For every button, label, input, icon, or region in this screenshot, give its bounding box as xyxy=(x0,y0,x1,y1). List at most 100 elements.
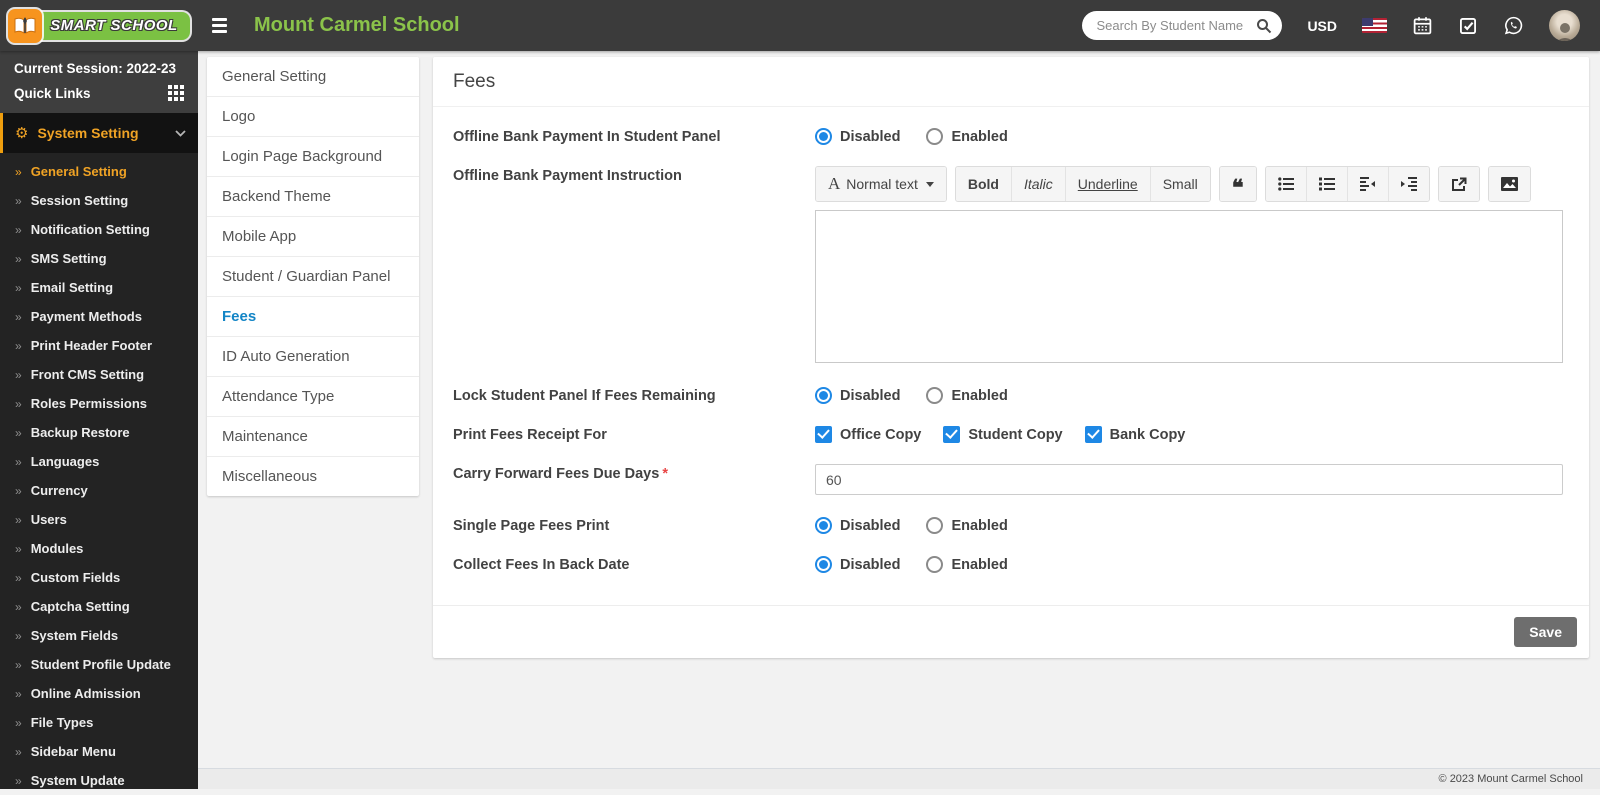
indent-icon xyxy=(1400,177,1417,191)
checkbox-office-copy[interactable]: Office Copy xyxy=(815,426,921,443)
radio-disabled[interactable]: Disabled xyxy=(815,556,900,573)
tab-maintenance[interactable]: Maintenance xyxy=(207,417,419,457)
tab-id-auto-generation[interactable]: ID Auto Generation xyxy=(207,337,419,377)
currency-selector[interactable]: USD xyxy=(1307,18,1337,34)
row-single-page-fees-print: Single Page Fees Print Disabled Enabled xyxy=(453,516,1563,534)
menu-toggle-icon[interactable] xyxy=(210,15,232,36)
tab-login-page-background[interactable]: Login Page Background xyxy=(207,137,419,177)
unordered-list-button[interactable] xyxy=(1265,167,1306,201)
bold-button[interactable]: Bold xyxy=(955,167,1011,201)
sidebar-item-session-setting[interactable]: » Session Setting xyxy=(0,186,198,215)
tab-fees[interactable]: Fees xyxy=(207,297,419,337)
sidebar-item-modules[interactable]: » Modules xyxy=(0,534,198,563)
outdent-button[interactable] xyxy=(1346,167,1388,201)
radio-button-icon[interactable] xyxy=(926,556,944,573)
sidebar-item-backup-restore[interactable]: » Backup Restore xyxy=(0,418,198,447)
fees-settings-card: Fees Offline Bank Payment In Student Pan… xyxy=(433,57,1589,658)
tab-student-guardian-panel[interactable]: Student / Guardian Panel xyxy=(207,257,419,297)
save-button[interactable]: Save xyxy=(1514,617,1577,647)
double-chevron-icon: » xyxy=(15,222,22,237)
grid-icon[interactable] xyxy=(168,85,184,101)
sidebar-item-custom-fields[interactable]: » Custom Fields xyxy=(0,563,198,592)
sidebar-item-notification-setting[interactable]: » Notification Setting xyxy=(0,215,198,244)
double-chevron-icon: » xyxy=(15,773,22,788)
insert-image-button[interactable] xyxy=(1488,167,1530,201)
checkbox-icon[interactable] xyxy=(815,426,832,443)
sidebar-section-system-setting[interactable]: ⚙ System Setting xyxy=(0,113,198,153)
radio-disabled[interactable]: Disabled xyxy=(815,128,900,145)
radio-disabled[interactable]: Disabled xyxy=(815,517,900,534)
row-print-fees-receipt: Print Fees Receipt For Office Copy Stude… xyxy=(453,425,1563,443)
checkbox-student-copy[interactable]: Student Copy xyxy=(943,426,1063,443)
brand-area[interactable]: SMART SCHOOL xyxy=(0,8,198,43)
sidebar-item-sidebar-menu[interactable]: » Sidebar Menu xyxy=(0,737,198,766)
sidebar-item-system-update[interactable]: » System Update xyxy=(0,766,198,795)
checkbox-icon[interactable] xyxy=(1084,426,1102,443)
row-offline-bank-payment: Offline Bank Payment In Student Panel Di… xyxy=(453,127,1563,145)
radio-button-icon[interactable] xyxy=(926,517,944,534)
sidebar-item-currency[interactable]: » Currency xyxy=(0,476,198,505)
blockquote-button[interactable]: ❝ xyxy=(1219,167,1256,201)
double-chevron-icon: » xyxy=(15,628,22,643)
picture-icon xyxy=(1500,177,1518,191)
radio-button-icon[interactable] xyxy=(815,517,832,534)
font-style-dropdown[interactable]: A Normal text xyxy=(816,167,946,201)
instruction-editor-textarea[interactable] xyxy=(815,210,1563,363)
student-search[interactable] xyxy=(1082,11,1283,40)
insert-link-button[interactable] xyxy=(1438,167,1479,201)
sidebar-item-captcha-setting[interactable]: » Captcha Setting xyxy=(0,592,198,621)
sidebar-item-payment-methods[interactable]: » Payment Methods xyxy=(0,302,198,331)
main-sidebar: Current Session: 2022-23 Quick Links ⚙ S… xyxy=(0,51,198,789)
sidebar-item-users[interactable]: » Users xyxy=(0,505,198,534)
tasks-check-icon[interactable] xyxy=(1458,16,1478,36)
quick-links-label: Quick Links xyxy=(14,85,91,101)
sidebar-item-file-types[interactable]: » File Types xyxy=(0,708,198,737)
sidebar-item-sms-setting[interactable]: » SMS Setting xyxy=(0,244,198,273)
checkbox-icon[interactable] xyxy=(943,426,961,443)
sidebar-item-student-profile-update[interactable]: » Student Profile Update xyxy=(0,650,198,679)
tab-mobile-app[interactable]: Mobile App xyxy=(207,217,419,257)
page-title: Fees xyxy=(453,71,496,92)
sidebar-item-online-admission[interactable]: » Online Admission xyxy=(0,679,198,708)
radio-enabled[interactable]: Enabled xyxy=(926,556,1008,573)
tab-miscellaneous[interactable]: Miscellaneous xyxy=(207,457,419,496)
radio-enabled[interactable]: Enabled xyxy=(926,128,1008,145)
underline-button[interactable]: Underline xyxy=(1064,167,1150,201)
radio-button-icon[interactable] xyxy=(815,387,832,404)
double-chevron-icon: » xyxy=(15,454,22,469)
whatsapp-icon[interactable] xyxy=(1503,15,1524,36)
page-footer: © 2023 Mount Carmel School xyxy=(198,768,1600,789)
current-session-label: Current Session: 2022-23 xyxy=(14,61,177,76)
italic-button[interactable]: Italic xyxy=(1010,167,1065,201)
search-input[interactable] xyxy=(1096,18,1257,33)
tab-logo[interactable]: Logo xyxy=(207,97,419,137)
sidebar-item-roles-permissions[interactable]: » Roles Permissions xyxy=(0,389,198,418)
language-flag-icon[interactable] xyxy=(1362,18,1387,33)
radio-enabled[interactable]: Enabled xyxy=(926,517,1008,534)
sidebar-item-front-cms-setting[interactable]: » Front CMS Setting xyxy=(0,360,198,389)
sidebar-item-general-setting[interactable]: » General Setting xyxy=(0,157,198,186)
checkbox-bank-copy[interactable]: Bank Copy xyxy=(1084,426,1185,443)
search-icon[interactable] xyxy=(1256,18,1272,34)
calendar-icon[interactable] xyxy=(1412,15,1433,36)
carry-forward-days-input[interactable] xyxy=(815,464,1563,495)
tab-general-setting[interactable]: General Setting xyxy=(207,57,419,97)
sidebar-item-system-fields[interactable]: » System Fields xyxy=(0,621,198,650)
tab-attendance-type[interactable]: Attendance Type xyxy=(207,377,419,417)
radio-button-icon[interactable] xyxy=(815,128,832,145)
radio-button-icon[interactable] xyxy=(815,556,832,573)
radio-enabled[interactable]: Enabled xyxy=(926,387,1008,404)
radio-button-icon[interactable] xyxy=(926,128,944,145)
tab-backend-theme[interactable]: Backend Theme xyxy=(207,177,419,217)
user-avatar[interactable] xyxy=(1549,10,1580,41)
smart-school-logo: SMART SCHOOL xyxy=(8,8,190,43)
row-lock-student-panel: Lock Student Panel If Fees Remaining Dis… xyxy=(453,386,1563,404)
indent-button[interactable] xyxy=(1387,167,1429,201)
sidebar-item-print-header-footer[interactable]: » Print Header Footer xyxy=(0,331,198,360)
small-button[interactable]: Small xyxy=(1149,167,1210,201)
ordered-list-button[interactable] xyxy=(1305,167,1347,201)
sidebar-item-languages[interactable]: » Languages xyxy=(0,447,198,476)
sidebar-item-email-setting[interactable]: » Email Setting xyxy=(0,273,198,302)
radio-disabled[interactable]: Disabled xyxy=(815,387,900,404)
radio-button-icon[interactable] xyxy=(926,387,944,404)
